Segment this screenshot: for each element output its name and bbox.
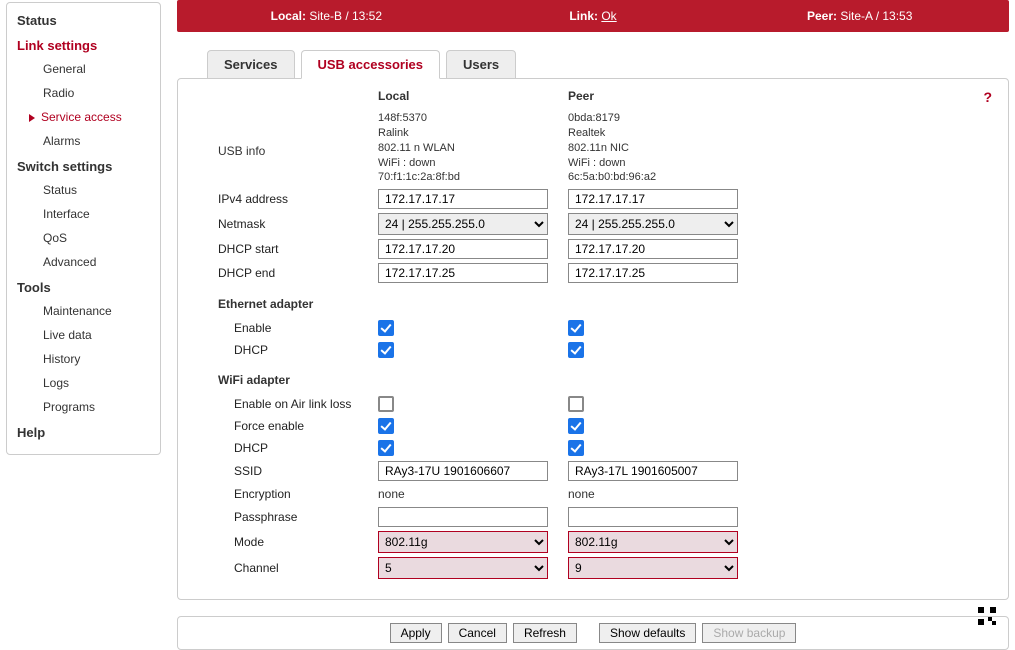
label-usb-info: USB info	[218, 134, 378, 162]
value-encryption-local: none	[378, 487, 548, 501]
input-dhcp-start-peer[interactable]	[568, 239, 738, 259]
nav-live-data[interactable]: Live data	[7, 323, 160, 347]
topbar-local-value-text: Site-B / 13:52	[309, 9, 382, 23]
usb-info-peer-2: 802.11n NIC	[568, 141, 738, 156]
usb-info-local-2: 802.11 n WLAN	[378, 141, 548, 156]
input-ipv4-local[interactable]	[378, 189, 548, 209]
nav-tools[interactable]: Tools	[7, 274, 160, 299]
checkbox-eth-enable-local[interactable]	[378, 320, 394, 336]
label-eth-enable: Enable	[218, 319, 378, 337]
qr-icon[interactable]	[978, 607, 996, 625]
usb-info-peer-3: WiFi : down	[568, 156, 738, 171]
usb-info-local-4: 70:f1:1c:2a:8f:bd	[378, 170, 548, 185]
label-ipv4: IPv4 address	[218, 190, 378, 208]
tab-services[interactable]: Services	[207, 50, 295, 79]
checkbox-wifi-force-local[interactable]	[378, 418, 394, 434]
status-bar: Local: Site-B / 13:52 Link: Ok Peer: Sit…	[177, 0, 1009, 32]
input-passphrase-peer[interactable]	[568, 507, 738, 527]
nav-general[interactable]: General	[7, 57, 160, 81]
checkbox-wifi-force-peer[interactable]	[568, 418, 584, 434]
help-icon[interactable]: ?	[983, 89, 992, 105]
nav-programs[interactable]: Programs	[7, 395, 160, 419]
refresh-button[interactable]: Refresh	[513, 623, 577, 643]
checkbox-wifi-airloss-local[interactable]	[378, 396, 394, 412]
usb-info-local-0: 148f:5370	[378, 111, 548, 126]
label-dhcp-start: DHCP start	[218, 240, 378, 258]
label-encryption: Encryption	[218, 485, 378, 503]
input-dhcp-start-local[interactable]	[378, 239, 548, 259]
input-passphrase-local[interactable]	[378, 507, 548, 527]
nav-interface[interactable]: Interface	[7, 202, 160, 226]
nav-logs[interactable]: Logs	[7, 371, 160, 395]
topbar-link-value[interactable]: Ok	[601, 9, 616, 23]
usb-info-local-1: Ralink	[378, 126, 548, 141]
usb-info-local: 148f:5370 Ralink 802.11 n WLAN WiFi : do…	[378, 111, 548, 185]
content-panel: ? Local Peer USB info 148f:5370 Ralink 8…	[177, 78, 1009, 600]
topbar-peer-value: Site-A / 13:53	[840, 9, 912, 23]
label-wifi-dhcp: DHCP	[218, 439, 378, 457]
checkbox-eth-dhcp-local[interactable]	[378, 342, 394, 358]
usb-info-peer-1: Realtek	[568, 126, 738, 141]
action-bar: Apply Cancel Refresh Show defaults Show …	[177, 616, 1009, 650]
checkbox-wifi-dhcp-local[interactable]	[378, 440, 394, 456]
show-defaults-button[interactable]: Show defaults	[599, 623, 696, 643]
input-ipv4-peer[interactable]	[568, 189, 738, 209]
select-channel-peer[interactable]: 9	[568, 557, 738, 579]
label-wifi-airloss: Enable on Air link loss	[218, 395, 378, 413]
select-mode-local[interactable]: 802.11g	[378, 531, 548, 553]
select-netmask-local[interactable]: 24 | 255.255.255.0	[378, 213, 548, 235]
tab-users[interactable]: Users	[446, 50, 516, 79]
checkbox-wifi-dhcp-peer[interactable]	[568, 440, 584, 456]
col-header-peer: Peer	[568, 89, 738, 107]
label-netmask: Netmask	[218, 215, 378, 233]
nav-alarms[interactable]: Alarms	[7, 129, 160, 153]
input-ssid-local[interactable]	[378, 461, 548, 481]
col-header-local: Local	[378, 89, 548, 107]
checkbox-eth-dhcp-peer[interactable]	[568, 342, 584, 358]
topbar-link-label: Link:	[569, 9, 598, 23]
nav-qos[interactable]: QoS	[7, 226, 160, 250]
nav-advanced[interactable]: Advanced	[7, 250, 160, 274]
nav-radio[interactable]: Radio	[7, 81, 160, 105]
nav-service-access[interactable]: Service access	[7, 105, 160, 129]
select-channel-local[interactable]: 5	[378, 557, 548, 579]
checkbox-wifi-airloss-peer[interactable]	[568, 396, 584, 412]
nav-switch-status[interactable]: Status	[7, 178, 160, 202]
apply-button[interactable]: Apply	[390, 623, 442, 643]
cancel-button[interactable]: Cancel	[448, 623, 507, 643]
topbar-local-label: Local:	[271, 9, 306, 23]
input-dhcp-end-peer[interactable]	[568, 263, 738, 283]
usb-info-peer-4: 6c:5a:b0:bd:96:a2	[568, 170, 738, 185]
nav-help[interactable]: Help	[7, 419, 160, 444]
tab-bar: Services USB accessories Users	[177, 50, 1009, 79]
usb-info-local-3: WiFi : down	[378, 156, 548, 171]
section-wifi-adapter: WiFi adapter	[218, 363, 738, 391]
nav-maintenance[interactable]: Maintenance	[7, 299, 160, 323]
label-wifi-force: Force enable	[218, 417, 378, 435]
section-ethernet-adapter: Ethernet adapter	[218, 287, 738, 315]
label-mode: Mode	[218, 533, 378, 551]
nav-switch-settings[interactable]: Switch settings	[7, 153, 160, 178]
nav-status[interactable]: Status	[7, 7, 160, 32]
sidebar: Status Link settings General Radio Servi…	[6, 2, 161, 455]
select-netmask-peer[interactable]: 24 | 255.255.255.0	[568, 213, 738, 235]
input-ssid-peer[interactable]	[568, 461, 738, 481]
label-dhcp-end: DHCP end	[218, 264, 378, 282]
topbar-peer-label: Peer:	[807, 9, 837, 23]
tab-usb-accessories[interactable]: USB accessories	[301, 50, 441, 79]
checkbox-eth-enable-peer[interactable]	[568, 320, 584, 336]
input-dhcp-end-local[interactable]	[378, 263, 548, 283]
select-mode-peer[interactable]: 802.11g	[568, 531, 738, 553]
label-ssid: SSID	[218, 462, 378, 480]
nav-link-settings[interactable]: Link settings	[7, 32, 160, 57]
nav-history[interactable]: History	[7, 347, 160, 371]
value-encryption-peer: none	[568, 487, 738, 501]
usb-info-peer-0: 0bda:8179	[568, 111, 738, 126]
label-channel: Channel	[218, 559, 378, 577]
show-backup-button: Show backup	[702, 623, 796, 643]
usb-info-peer: 0bda:8179 Realtek 802.11n NIC WiFi : dow…	[568, 111, 738, 185]
label-passphrase: Passphrase	[218, 508, 378, 526]
label-eth-dhcp: DHCP	[218, 341, 378, 359]
